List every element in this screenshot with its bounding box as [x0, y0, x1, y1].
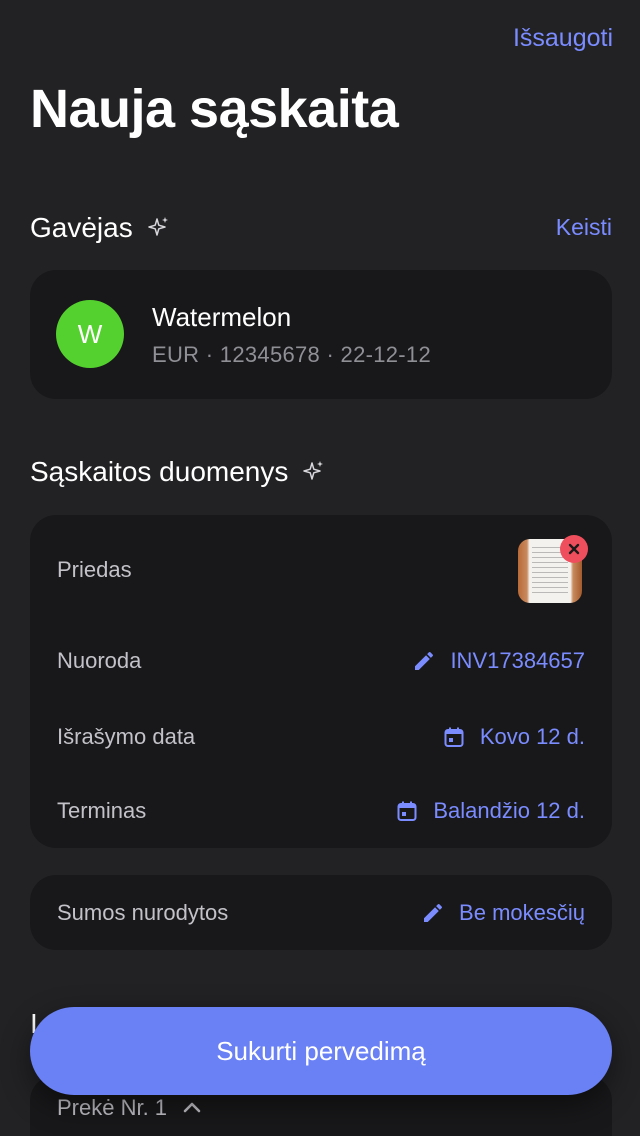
save-button[interactable]: Išsaugoti [513, 24, 613, 53]
create-transfer-button[interactable]: Sukurti pervedimą [30, 1007, 612, 1095]
recipient-name: Watermelon [152, 302, 292, 332]
item-row[interactable]: Prekė Nr. 1 [57, 1095, 203, 1121]
issue-date-value-text: Kovo 12 d. [479, 724, 585, 749]
attachment-thumbnail[interactable] [516, 535, 588, 605]
due-date-value[interactable]: Balandžio 12 d. [395, 798, 585, 824]
recipient-details: EUR · 12345678 · 22-12-12 [152, 342, 431, 367]
invoice-section-header: Sąskaitos duomenys [30, 456, 326, 488]
calendar-icon [395, 799, 419, 823]
due-date-row[interactable]: Terminas Balandžio 12 d. [57, 791, 585, 831]
reference-label: Nuoroda [57, 648, 142, 673]
chevron-up-icon [181, 1097, 203, 1119]
recipient-section-header: Gavėjas [30, 212, 171, 244]
issue-date-value[interactable]: Kovo 12 d. [442, 724, 585, 750]
invoice-details-card: Priedas Nuoroda INV17384657 Išrašymo dat… [30, 515, 612, 848]
amounts-card[interactable]: Sumos nurodytos Be mokesčių [30, 875, 612, 950]
attachment-row: Priedas [57, 550, 585, 590]
recipient-section-title: Gavėjas [30, 212, 133, 243]
remove-attachment-button[interactable] [560, 535, 588, 563]
amounts-value-text: Be mokesčių [459, 900, 585, 925]
sparkle-icon [300, 459, 326, 485]
attachment-label: Priedas [57, 557, 132, 582]
due-date-label: Terminas [57, 798, 147, 823]
pencil-icon [412, 649, 436, 673]
amounts-label: Sumos nurodytos [57, 900, 229, 925]
reference-value[interactable]: INV17384657 [412, 648, 585, 674]
change-recipient-button[interactable]: Keisti [556, 214, 612, 241]
reference-value-text: INV17384657 [450, 648, 585, 673]
pencil-icon [421, 901, 445, 925]
close-icon [568, 543, 580, 555]
amounts-value[interactable]: Be mokesčių [421, 900, 585, 926]
amounts-row[interactable]: Sumos nurodytos Be mokesčių [57, 893, 585, 933]
invoice-section-title: Sąskaitos duomenys [30, 456, 289, 487]
item-label: Prekė Nr. 1 [57, 1095, 168, 1120]
calendar-icon [442, 725, 466, 749]
due-date-value-text: Balandžio 12 d. [433, 798, 585, 823]
issue-date-label: Išrašymo data [57, 724, 196, 749]
page-title: Nauja sąskaita [30, 79, 399, 139]
sparkle-icon [145, 215, 171, 241]
issue-date-row[interactable]: Išrašymo data Kovo 12 d. [57, 717, 585, 757]
avatar: W [56, 300, 124, 368]
recipient-card[interactable]: W Watermelon EUR · 12345678 · 22-12-12 [30, 270, 612, 399]
reference-row[interactable]: Nuoroda INV17384657 [57, 641, 585, 681]
